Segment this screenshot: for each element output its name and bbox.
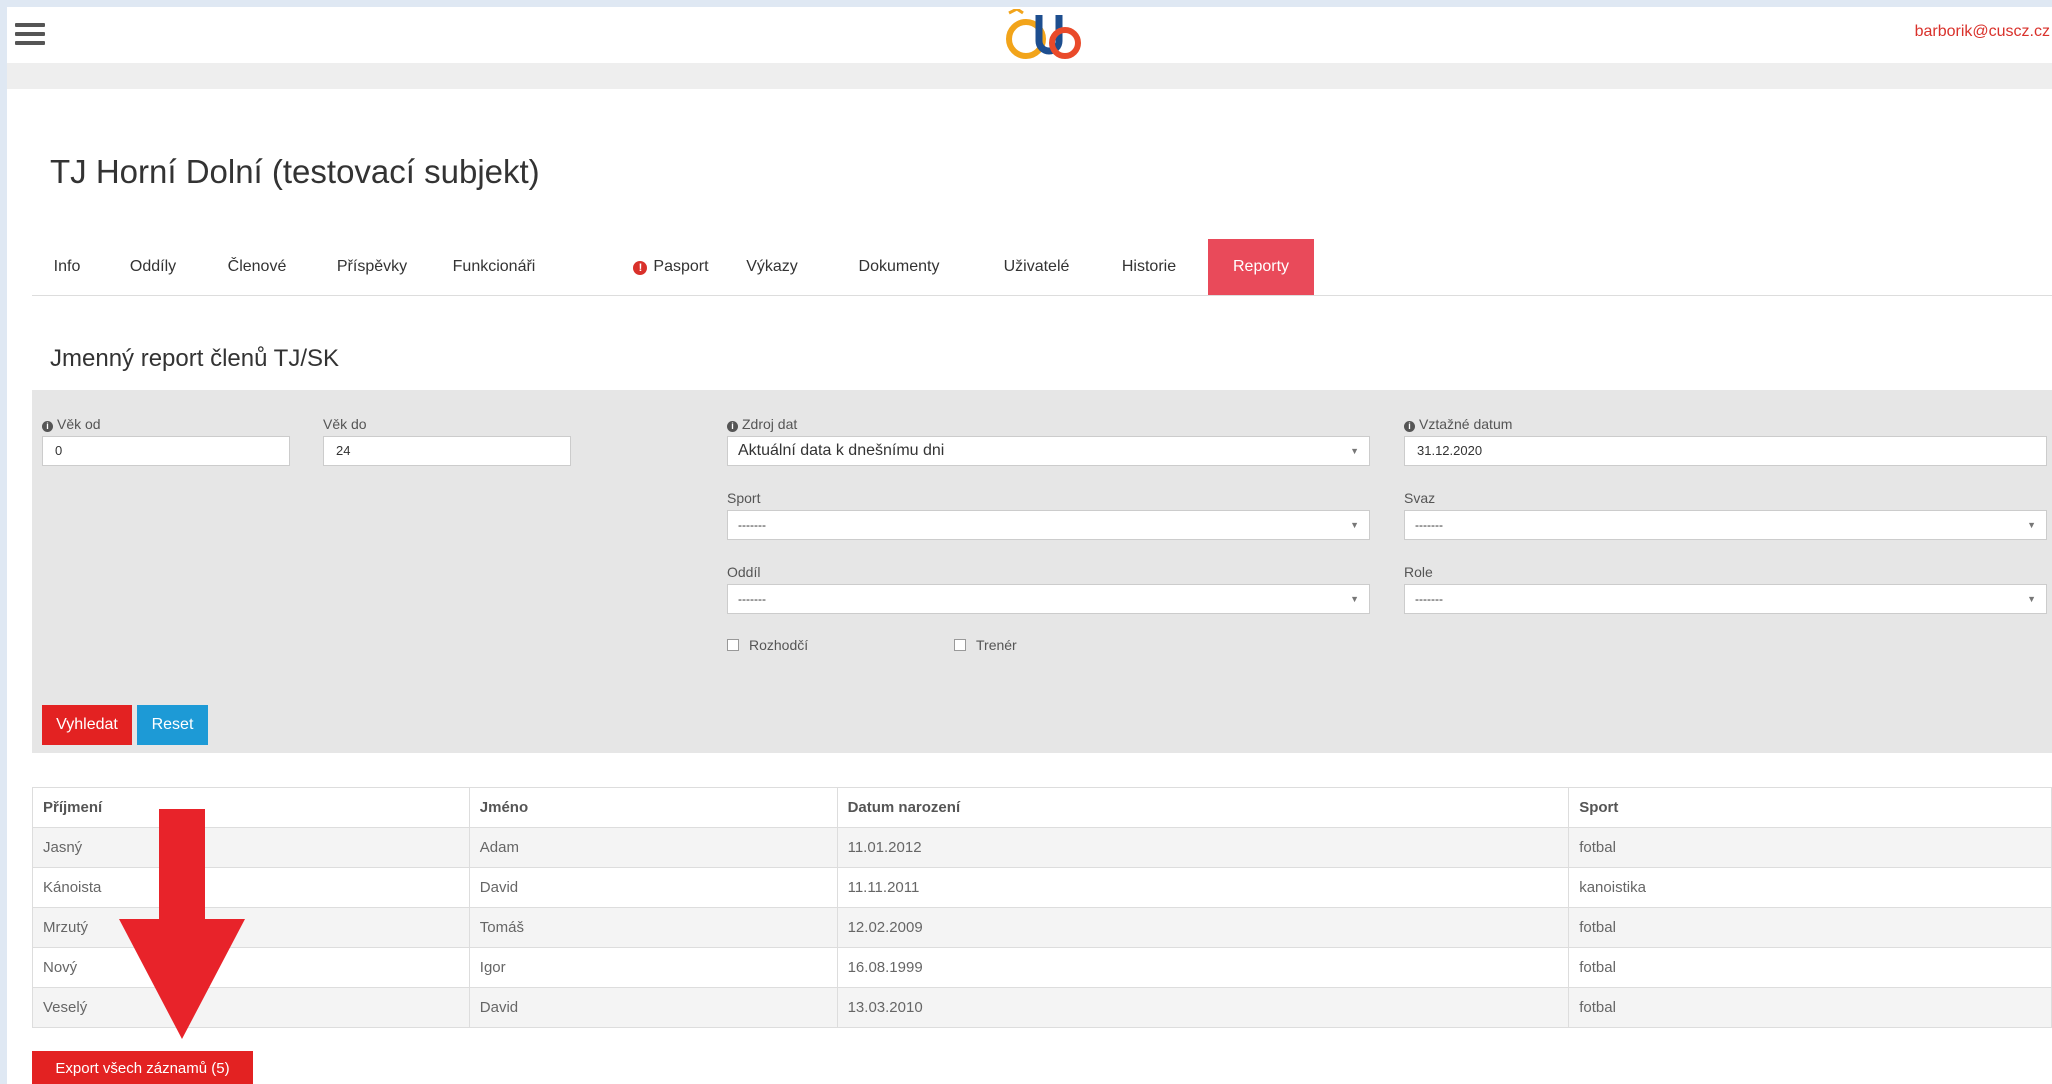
tab-reporty[interactable]: Reporty [1208, 239, 1314, 295]
dropdown-arrow-icon: ▼ [1350, 594, 1359, 604]
table-cell: Nový [32, 947, 470, 988]
tab-funkcionari[interactable]: Funkcionáři [439, 239, 549, 295]
table-cell: David [468, 987, 838, 1028]
coach-checkbox[interactable]: Trenér [954, 637, 1017, 653]
dropdown-arrow-icon: ▼ [2027, 594, 2036, 604]
role-select[interactable]: ------- ▼ [1404, 584, 2047, 614]
column-header[interactable]: Příjmení [32, 787, 470, 828]
table-cell: 12.02.2009 [836, 907, 1570, 948]
age-to-input[interactable]: 24 [323, 436, 571, 466]
table-cell: Igor [468, 947, 838, 988]
report-title: Jmenný report členů TJ/SK [50, 345, 340, 372]
export-all-button[interactable]: Export všech záznamů (5) [32, 1051, 253, 1084]
column-header[interactable]: Jméno [468, 787, 838, 828]
sport-label: Sport [727, 490, 761, 506]
table-cell: Tomáš [468, 907, 838, 948]
table-cell: kanoistika [1568, 867, 2052, 908]
union-label: Svaz [1404, 490, 1436, 506]
top-bar: barborik@cuscz.cz [7, 7, 2052, 63]
table-cell: 11.01.2012 [836, 827, 1570, 868]
table-cell: David [468, 867, 838, 908]
table-cell: Adam [468, 827, 838, 868]
table-cell: 11.11.2011 [836, 867, 1570, 908]
sport-select[interactable]: ------- ▼ [727, 510, 1370, 540]
data-source-label: i Zdroj dat [727, 416, 797, 432]
checkbox-icon [954, 639, 966, 651]
table-cell: 16.08.1999 [836, 947, 1570, 988]
age-to-label: Věk do [323, 416, 367, 432]
tab-oddily[interactable]: Oddíly [114, 239, 192, 295]
table-row: Nový Igor 16.08.1999 fotbal [32, 947, 2052, 988]
table-cell: 13.03.2010 [836, 987, 1570, 1028]
division-select[interactable]: ------- ▼ [727, 584, 1370, 614]
annotation-arrow-icon [119, 809, 245, 1039]
user-email-link[interactable]: barborik@cuscz.cz [1915, 23, 2050, 41]
tab-historie[interactable]: Historie [1104, 239, 1194, 295]
division-label: Oddíl [727, 564, 761, 580]
table-cell: fotbal [1568, 827, 2052, 868]
table-cell: fotbal [1568, 907, 2052, 948]
info-icon[interactable]: i [727, 421, 738, 432]
table-cell: Kánoista [32, 867, 470, 908]
results-table: Příjmení Jméno Datum narození Sport Jasn… [32, 787, 2052, 1028]
table-cell: Mrzutý [32, 907, 470, 948]
age-from-input[interactable]: 0 [42, 436, 290, 466]
age-from-label: i Věk od [42, 416, 101, 432]
table-row: Veselý David 13.03.2010 fotbal [32, 987, 2052, 1028]
ref-date-input[interactable]: 31.12.2020 [1404, 436, 2047, 466]
tab-pasport[interactable]: ! Pasport [611, 239, 731, 295]
table-cell: Jasný [32, 827, 470, 868]
tab-vykazy[interactable]: Výkazy [732, 239, 812, 295]
page: barborik@cuscz.cz TJ Horní Dolní (testov… [7, 7, 2052, 1084]
hamburger-menu-icon[interactable] [15, 23, 45, 47]
dropdown-arrow-icon: ▼ [1350, 520, 1359, 530]
alert-icon: ! [633, 261, 648, 275]
ref-date-label: i Vztažné datum [1404, 416, 1512, 432]
logo[interactable] [999, 9, 1089, 61]
search-button[interactable]: Vyhledat [42, 705, 132, 745]
dropdown-arrow-icon: ▼ [1350, 446, 1359, 456]
tab-prispevky[interactable]: Příspěvky [322, 239, 422, 295]
column-header[interactable]: Sport [1568, 787, 2052, 828]
reset-button[interactable]: Reset [137, 705, 208, 745]
tab-bar: Info Oddíly Členové Příspěvky Funkcionář… [32, 239, 2052, 296]
tab-clenove[interactable]: Členové [213, 239, 301, 295]
info-icon[interactable]: i [1404, 421, 1415, 432]
tab-uzivatele[interactable]: Uživatelé [984, 239, 1089, 295]
page-title: TJ Horní Dolní (testovací subjekt) [50, 153, 540, 190]
filter-panel: i Věk od 0 Věk do 24 i Zdroj dat Aktuální … [32, 390, 2052, 753]
info-icon[interactable]: i [42, 421, 53, 432]
referee-checkbox[interactable]: Rozhodčí [727, 637, 808, 653]
tab-dokumenty[interactable]: Dokumenty [844, 239, 954, 295]
checkbox-icon [727, 639, 739, 651]
table-cell: fotbal [1568, 987, 2052, 1028]
table-row: Kánoista David 11.11.2011 kanoistika [32, 867, 2052, 908]
table-header-row: Příjmení Jméno Datum narození Sport [32, 787, 2052, 828]
role-label: Role [1404, 564, 1433, 580]
dropdown-arrow-icon: ▼ [2027, 520, 2036, 530]
union-select[interactable]: ------- ▼ [1404, 510, 2047, 540]
tab-info[interactable]: Info [32, 239, 102, 295]
table-cell: Veselý [32, 987, 470, 1028]
table-row: Jasný Adam 11.01.2012 fotbal [32, 827, 2052, 868]
table-cell: fotbal [1568, 947, 2052, 988]
column-header[interactable]: Datum narození [836, 787, 1570, 828]
data-source-select[interactable]: Aktuální data k dnešnímu dni ▼ [727, 436, 1370, 466]
sub-header-bar [7, 63, 2052, 89]
table-row: Mrzutý Tomáš 12.02.2009 fotbal [32, 907, 2052, 948]
